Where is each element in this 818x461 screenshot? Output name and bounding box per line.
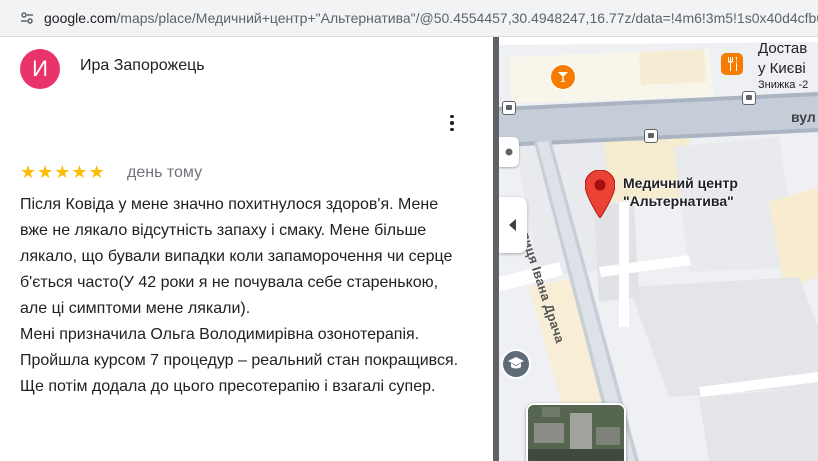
star-icon: ★ [88,162,105,182]
star-rating: ★ ★ ★ ★ ★ [20,162,105,182]
map-base [499,37,818,461]
place-label[interactable]: Медичний центр "Альтернатива" [623,174,738,210]
map-control-button[interactable] [499,137,519,167]
map-pin-icon[interactable] [585,170,615,218]
review-panel: И Ира Запорожець ★ ★ ★ ★ ★ день тому Піс… [0,37,495,461]
poi-label[interactable]: Достав [758,40,807,57]
dot-icon [450,121,454,125]
place-label-line: Медичний центр [623,175,738,191]
cocktail-bar-icon[interactable] [550,64,576,90]
review-time: день тому [127,164,203,181]
url-host: google.com [44,10,117,26]
chevron-left-icon [509,219,516,231]
collapse-panel-button[interactable] [499,197,527,253]
url-text[interactable]: google.com/maps/place/Медичний+центр+"Ал… [44,10,818,26]
dot-icon [505,148,513,156]
url-path: /maps/place/Медичний+центр+"Альтернатива… [116,10,818,26]
avatar[interactable]: И [20,49,60,89]
star-icon: ★ [54,162,71,182]
star-icon: ★ [20,162,37,182]
review-text: Після Ковіда у мене значно похитнулося з… [20,192,460,400]
address-bar[interactable]: google.com/maps/place/Медичний+центр+"Ал… [0,0,818,37]
map-view[interactable]: Достав у Києві Знижка -2 вул вулиця Іван… [499,37,818,461]
place-label-line: "Альтернатива" [623,193,734,209]
review-paragraph: Після Ковіда у мене значно похитнулося з… [20,196,453,317]
tune-icon[interactable] [20,11,34,25]
bus-stop-icon[interactable] [742,91,756,105]
review-paragraph: Мені призначила Ольга Володимирівна озон… [20,326,459,395]
dot-icon [450,114,454,119]
restaurant-icon[interactable] [721,53,743,75]
star-icon: ★ [37,162,54,182]
dot-icon [450,127,454,132]
poi-sublabel: Знижка -2 [758,79,809,91]
poi-label[interactable]: у Києві [758,60,806,77]
star-icon: ★ [71,162,88,182]
reviewer-name[interactable]: Ира Запорожець [80,57,205,75]
school-icon[interactable] [501,349,531,379]
layers-button[interactable] [526,403,626,461]
bus-stop-icon[interactable] [502,101,516,115]
bus-stop-icon[interactable] [644,129,658,143]
satellite-thumbnail [528,405,624,461]
street-label: вул [791,109,816,125]
more-options-button[interactable] [444,113,460,133]
